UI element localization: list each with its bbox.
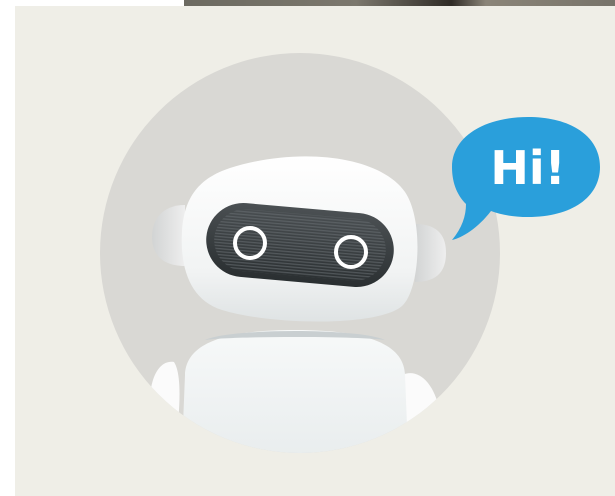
robot-body (180, 330, 410, 453)
greeting-text: Hi! (490, 141, 566, 195)
robot-illustration (100, 53, 600, 453)
hero-illustration: Hi! (0, 0, 615, 496)
